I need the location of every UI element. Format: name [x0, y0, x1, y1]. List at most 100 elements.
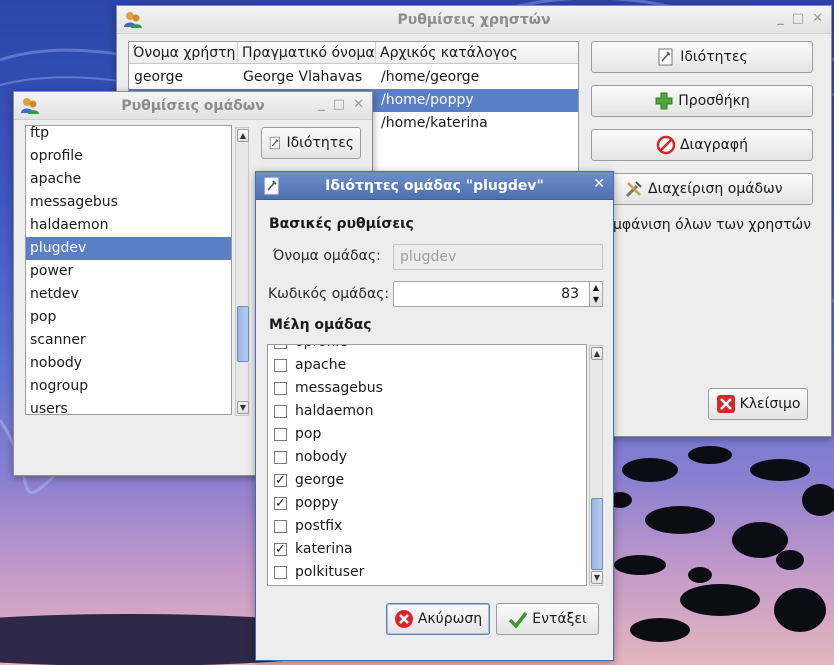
member-row[interactable]: pop — [268, 423, 586, 446]
add-user-label: Προσθήκη — [678, 93, 750, 109]
member-checkbox[interactable] — [274, 451, 287, 464]
member-checkbox[interactable] — [274, 566, 287, 579]
delete-user-button[interactable]: Διαγραφή — [591, 129, 813, 161]
member-row[interactable]: apache — [268, 354, 586, 377]
list-item-label: apache — [30, 171, 82, 187]
add-icon — [655, 92, 673, 110]
column-header-realname[interactable]: Πραγματικό όνομα — [238, 42, 376, 64]
scroll-down-arrow[interactable]: ▼ — [591, 571, 603, 584]
cancel-button[interactable]: Ακύρωση — [386, 603, 490, 635]
list-item[interactable]: plugdev — [26, 237, 231, 260]
close-button[interactable]: Κλείσιμο — [708, 388, 808, 420]
list-item-label: scanner — [30, 332, 86, 348]
member-label: george — [295, 472, 345, 488]
close-label: Κλείσιμο — [739, 396, 801, 412]
groups-scrollbar[interactable]: ▲ ▼ — [235, 127, 249, 416]
maximize-icon[interactable]: □ — [333, 97, 345, 112]
close-icon — [716, 395, 735, 413]
close-window-icon[interactable]: ✕ — [812, 11, 823, 26]
list-item[interactable]: nogroup — [26, 375, 231, 398]
list-item-label: haldaemon — [30, 217, 109, 233]
list-item[interactable]: power — [26, 260, 231, 283]
close-window-icon[interactable]: ✕ — [593, 176, 605, 192]
member-label: katerina — [295, 541, 353, 557]
member-row[interactable]: haldaemon — [268, 400, 586, 423]
member-checkbox[interactable] — [274, 345, 287, 349]
member-row[interactable]: katerina — [268, 538, 586, 561]
member-row[interactable]: oprofile — [268, 345, 586, 354]
member-checkbox[interactable] — [274, 428, 287, 441]
member-row[interactable]: george — [268, 469, 586, 492]
member-row[interactable]: nobody — [268, 446, 586, 469]
user-properties-button[interactable]: Ιδιότητες — [591, 41, 813, 73]
member-row[interactable]: poppy — [268, 492, 586, 515]
show-all-users-option[interactable]: μφάνιση όλων των χρηστών — [613, 217, 811, 233]
column-header-home[interactable]: Αρχικός κατάλογος — [376, 42, 578, 64]
cell-home: /home/katerina — [381, 115, 488, 131]
member-row[interactable]: messagebus — [268, 377, 586, 400]
add-user-button[interactable]: Προσθήκη — [591, 85, 813, 117]
list-item[interactable]: haldaemon — [26, 214, 231, 237]
member-checkbox[interactable] — [274, 405, 287, 418]
member-row[interactable]: polkituser — [268, 561, 586, 584]
scroll-up-arrow[interactable]: ▲ — [237, 129, 249, 142]
list-item[interactable]: ftp — [26, 125, 231, 145]
column-header-username[interactable]: Όνομα χρήστη — [129, 42, 238, 64]
member-checkbox[interactable] — [274, 359, 287, 372]
list-item[interactable]: scanner — [26, 329, 231, 352]
cell-home: /home/poppy — [381, 92, 474, 108]
increment-icon[interactable]: ▲ — [590, 282, 602, 294]
list-item-label: ftp — [30, 125, 50, 141]
group-id-spinner[interactable]: 83 — [393, 281, 590, 307]
users-window-titlebar[interactable]: Ρυθμίσεις χρηστών _ □ ✕ — [117, 6, 831, 34]
list-item[interactable]: nobody — [26, 352, 231, 375]
member-checkbox[interactable] — [274, 382, 287, 395]
minimize-icon[interactable]: _ — [318, 97, 325, 112]
groups-list[interactable]: ftp oprofile apache messagebus haldaemon plug… — [25, 125, 232, 415]
group-name-field[interactable]: plugdev — [393, 244, 603, 270]
list-item[interactable]: users — [26, 398, 231, 414]
member-row[interactable]: postfix — [268, 515, 586, 538]
scroll-thumb[interactable] — [591, 498, 603, 570]
decrement-icon[interactable]: ▼ — [590, 294, 602, 306]
manage-groups-button[interactable]: Διαχείριση ομάδων — [591, 173, 813, 205]
close-window-icon[interactable]: ✕ — [353, 97, 364, 112]
members-scrollbar[interactable]: ▲ ▼ — [589, 345, 603, 586]
list-item[interactable]: apache — [26, 168, 231, 191]
maximize-icon[interactable]: □ — [792, 11, 804, 26]
member-label: oprofile — [295, 345, 348, 354]
groups-window-titlebar[interactable]: Ρυθμίσεις ομάδων _ □ ✕ — [14, 92, 372, 120]
ok-button[interactable]: Εντάξει — [496, 603, 599, 635]
member-checkbox[interactable] — [274, 538, 287, 561]
list-item[interactable]: messagebus — [26, 191, 231, 214]
group-id-stepper[interactable]: ▲ ▼ — [589, 281, 603, 307]
list-item[interactable]: pop — [26, 306, 231, 329]
manage-groups-icon — [625, 181, 642, 198]
minimize-icon[interactable]: _ — [777, 11, 784, 26]
list-item[interactable]: netdev — [26, 283, 231, 306]
users-app-icon — [124, 12, 142, 28]
properties-icon — [264, 177, 279, 195]
delete-user-label: Διαγραφή — [679, 137, 749, 153]
ok-icon — [509, 611, 528, 629]
group-properties-button[interactable]: Ιδιότητες — [261, 127, 361, 159]
member-checkbox[interactable] — [274, 469, 287, 492]
table-row[interactable]: george George Vlahavas /home/george — [129, 66, 578, 89]
member-checkbox[interactable] — [274, 520, 287, 533]
dialog-title: Ιδιότητες ομάδας "plugdev" — [325, 177, 544, 194]
dialog-titlebar[interactable]: Ιδιότητες ομάδας "plugdev" ✕ — [256, 172, 613, 200]
users-window-title: Ρυθμίσεις χρηστών — [397, 11, 551, 28]
list-item-label: nogroup — [30, 378, 89, 394]
manage-groups-label: Διαχείριση ομάδων — [648, 181, 783, 197]
scroll-down-arrow[interactable]: ▼ — [237, 401, 249, 414]
list-item[interactable]: oprofile — [26, 145, 231, 168]
basic-settings-heading: Βασικές ρυθμίσεις — [269, 216, 414, 232]
scroll-thumb[interactable] — [237, 306, 249, 362]
list-item-label: oprofile — [30, 148, 83, 164]
group-properties-dialog: Ιδιότητες ομάδας "plugdev" ✕ Βασικές ρυθ… — [255, 171, 614, 661]
scroll-up-arrow[interactable]: ▲ — [591, 347, 603, 360]
group-id-label: Κωδικός ομάδας: — [268, 286, 390, 302]
members-list[interactable]: oprofile apache messagebus haldaemon pop nobo… — [267, 344, 587, 586]
member-checkbox[interactable] — [274, 492, 287, 515]
list-item-label: messagebus — [30, 194, 118, 210]
